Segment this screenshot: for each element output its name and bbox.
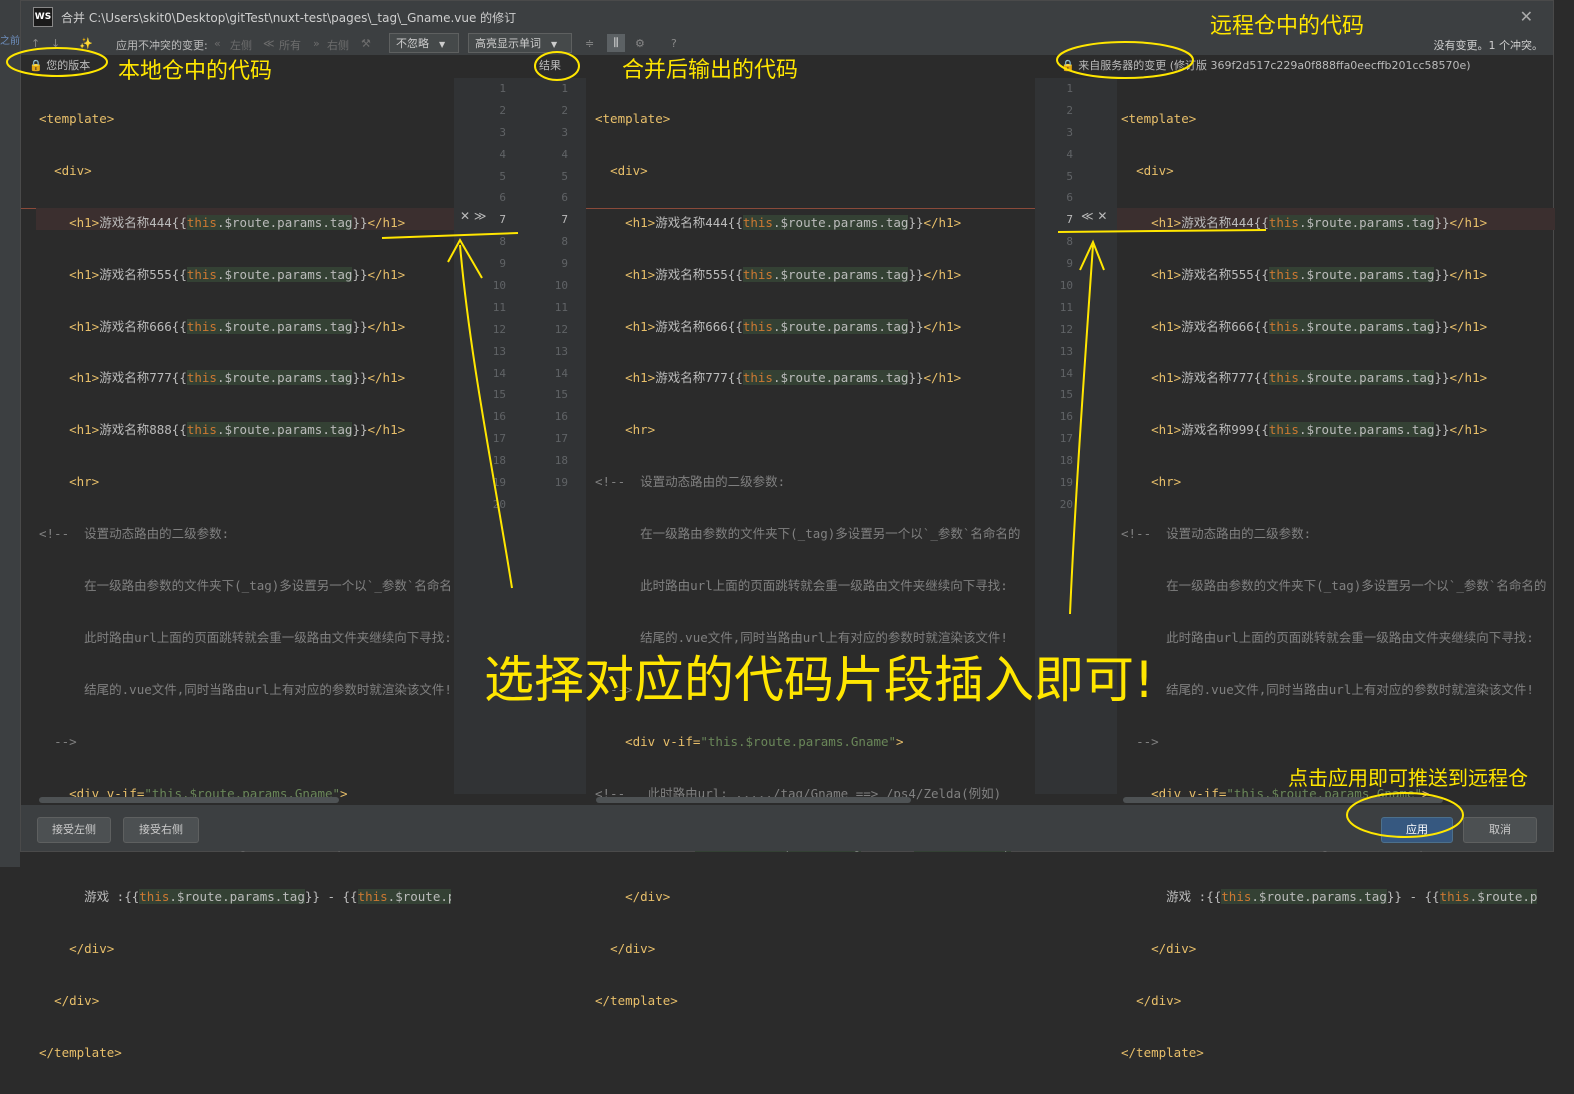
code-token: this (139, 889, 170, 905)
code-token: </div> (1136, 993, 1182, 1009)
code-token: 游戏 : (1166, 889, 1207, 905)
code-token: {{ (342, 889, 358, 905)
code-token: .$route.p (387, 889, 451, 905)
code-token: }} (1386, 889, 1402, 905)
code-token: 游戏 : (84, 889, 125, 905)
code-token: </div> (610, 941, 656, 957)
code-token: .$route.params.tag (1251, 889, 1387, 905)
circle-result-header (534, 51, 580, 81)
code-token: this (357, 889, 388, 905)
underline-left-conflict (381, 232, 519, 239)
circle-apply-button (1346, 792, 1464, 838)
code-token: .$route.params.tag (169, 889, 305, 905)
annotation-remote-code: 远程仓中的代码 (1210, 14, 1365, 39)
annotation-select-hint: 选择对应的代码片段插入即可! (484, 651, 1155, 709)
arrow-right (1069, 239, 1105, 615)
annotation-apply-hint: 点击应用即可推送到远程仓 (1288, 766, 1528, 790)
code-token: </div> (1151, 941, 1197, 957)
code-token: </div> (69, 941, 115, 957)
code-token: .$route.p (1469, 889, 1538, 905)
code-token: }} (304, 889, 320, 905)
code-token: {{ (124, 889, 140, 905)
circle-local-header (6, 47, 108, 77)
code-token: - (319, 889, 343, 905)
code-token: - (1401, 889, 1425, 905)
annotation-local-code: 本地仓中的代码 (118, 59, 273, 84)
arrow-left (447, 237, 513, 589)
circle-remote-header (1056, 41, 1194, 79)
code-token: </template> (39, 1045, 122, 1061)
code-token: </template> (595, 993, 678, 1009)
code-token: </template> (1121, 1045, 1204, 1061)
code-token: this (1439, 889, 1470, 905)
code-token: {{ (1424, 889, 1440, 905)
code-token: {{ (1206, 889, 1222, 905)
code-token: </div> (625, 889, 671, 905)
code-token: this (1221, 889, 1252, 905)
annotation-strokes (6, 41, 1464, 838)
annotation-merged-output: 合并后输出的代码 (622, 58, 799, 83)
underline-right-conflict (1057, 229, 1267, 233)
code-token: </div> (54, 993, 100, 1009)
